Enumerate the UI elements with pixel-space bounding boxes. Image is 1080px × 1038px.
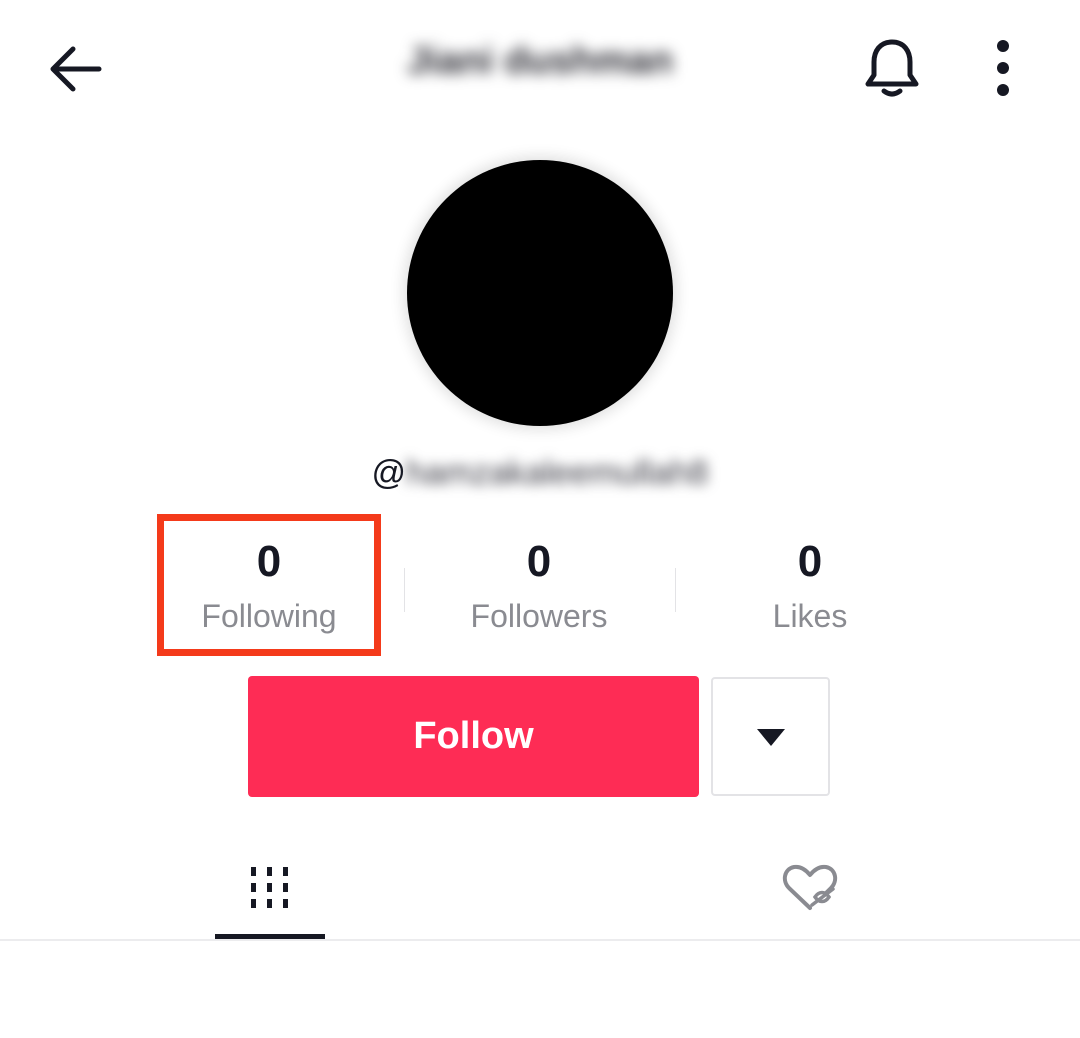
back-button[interactable] [40,34,110,104]
likes-count: 0 [797,537,823,586]
stat-following[interactable]: 0 Following [144,528,394,648]
profile-stats: 0 Following 0 Followers 0 Likes [0,528,1080,658]
bell-icon [865,39,919,97]
following-count: 0 [256,537,282,586]
followers-count: 0 [526,537,552,586]
tabs-divider [0,939,1080,941]
username-at-symbol: @ [371,454,407,492]
header: Jiani dushman [0,0,1080,136]
likes-label: Likes [772,598,848,634]
suggested-accounts-dropdown-button[interactable] [711,677,830,796]
following-label: Following [201,598,337,634]
tab-videos[interactable] [215,838,325,938]
profile-tabs [0,838,1080,940]
follow-button[interactable]: Follow [248,676,699,797]
grid-bars-icon [251,867,288,908]
username: @hamzakaleemullah8 [0,448,1080,498]
stat-likes[interactable]: 0 Likes [685,528,935,648]
stat-divider [404,568,405,612]
followers-label: Followers [470,598,608,634]
avatar[interactable] [407,160,673,426]
more-vertical-icon [997,40,1009,96]
heart-hidden-icon [782,864,838,910]
stat-followers[interactable]: 0 Followers [414,528,664,648]
tab-liked-videos[interactable] [755,838,865,938]
arrow-left-icon [50,46,102,92]
notifications-button[interactable] [852,30,932,106]
username-handle: hamzakaleemullah8 [406,454,709,492]
profile-title: Jiani dushman [406,40,674,82]
more-options-button[interactable] [975,30,1031,106]
caret-down-icon [756,728,785,746]
stat-divider [675,568,676,612]
